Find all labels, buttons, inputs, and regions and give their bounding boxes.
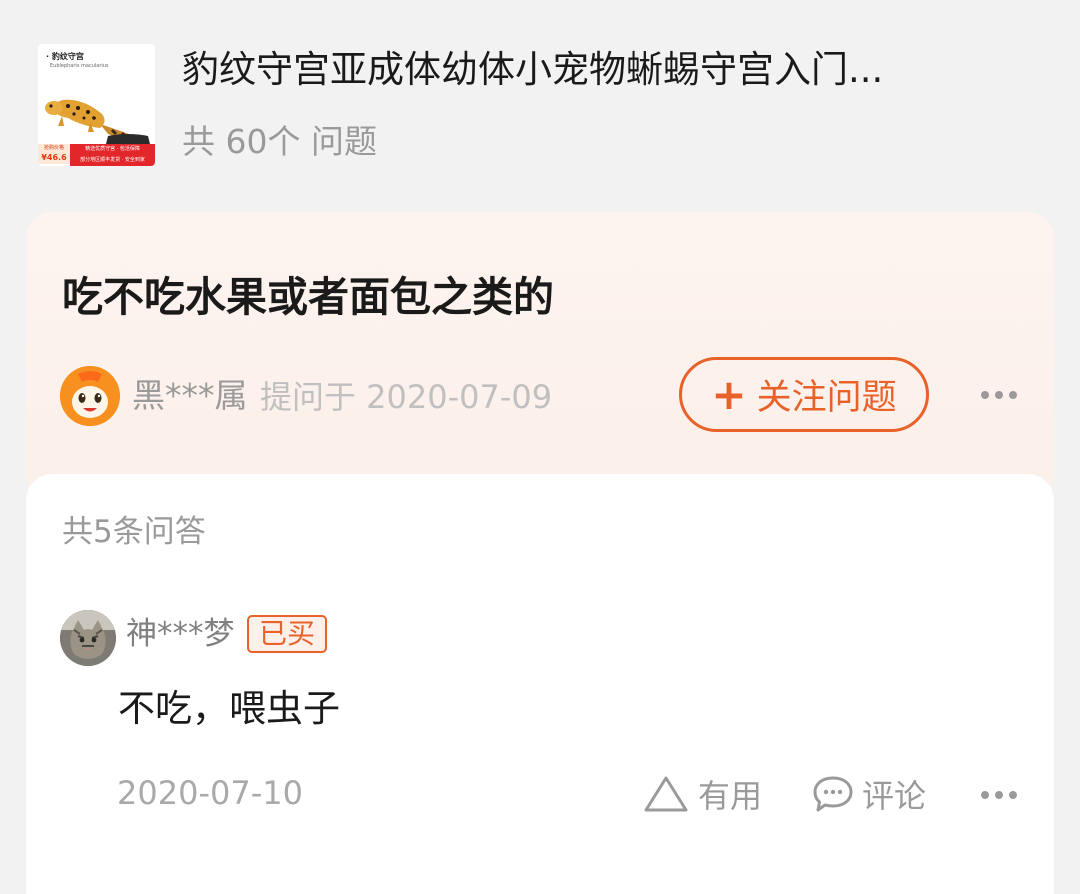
mascot-avatar-icon bbox=[60, 366, 120, 426]
question-count: 共 60个 问题 bbox=[182, 122, 377, 161]
answers-count: 共5条问答 bbox=[62, 514, 206, 550]
comment-button[interactable]: 评论 bbox=[812, 772, 926, 816]
cat-avatar-icon bbox=[60, 610, 116, 666]
asker-name[interactable]: 黑***属 bbox=[132, 374, 248, 418]
asked-date: 提问于 2020-07-09 bbox=[260, 378, 553, 416]
plus-icon: + bbox=[711, 369, 747, 419]
thumbnail-brand-text: · 豹纹守宫 bbox=[46, 52, 84, 61]
thumbnail-banner: 精选优质守宫 · 包活保障 部分地区顺丰发货 · 安全到家 bbox=[70, 144, 155, 166]
thumbnail-banner-line1: 精选优质守宫 · 包活保障 bbox=[85, 146, 140, 152]
follow-question-button[interactable]: + 关注问题 bbox=[679, 357, 929, 432]
useful-button[interactable]: 有用 bbox=[642, 772, 762, 816]
answer-date: 2020-07-10 bbox=[117, 774, 303, 812]
thumbnail-price-label: 抢购价格 bbox=[43, 145, 64, 151]
thumbnail-price-badge: 抢购价格 ¥46.6 bbox=[38, 144, 70, 164]
answer-more-icon[interactable] bbox=[974, 776, 1024, 814]
comment-bubble-icon bbox=[813, 776, 853, 812]
product-thumbnail[interactable]: · 豹纹守宫 Eublepharis macularius 抢购价格 ¥46.6… bbox=[38, 44, 155, 166]
answer-text: 不吃，喂虫子 bbox=[118, 687, 340, 730]
product-header[interactable]: · 豹纹守宫 Eublepharis macularius 抢购价格 ¥46.6… bbox=[0, 0, 1080, 205]
thumbnail-price: ¥46.6 bbox=[41, 153, 67, 162]
asker-avatar[interactable] bbox=[60, 366, 120, 426]
useful-label: 有用 bbox=[698, 777, 763, 815]
thumbnail-latin-name: Eublepharis macularius bbox=[50, 63, 109, 69]
question-title: 吃不吃水果或者面包之类的 bbox=[62, 273, 554, 321]
answers-card: 共5条问答 神***梦 已买 不吃，喂虫子 2020-07-10 有用 评论 bbox=[26, 474, 1054, 894]
thumbnail-banner-line2: 部分地区顺丰发货 · 安全到家 bbox=[80, 157, 145, 163]
question-more-icon[interactable] bbox=[974, 376, 1024, 414]
triangle-up-icon bbox=[644, 776, 688, 812]
comment-label: 评论 bbox=[862, 777, 927, 815]
product-title[interactable]: 豹纹守宫亚成体幼体小宠物蜥蜴守宫入门... bbox=[182, 45, 1022, 95]
answerer-name[interactable]: 神***梦 bbox=[126, 612, 235, 656]
question-card: 吃不吃水果或者面包之类的 黑***属 提问于 2020-07-09 + 关注问题 bbox=[26, 212, 1054, 502]
bought-badge: 已买 bbox=[247, 615, 328, 653]
answerer-avatar[interactable] bbox=[60, 610, 116, 666]
follow-question-label: 关注问题 bbox=[756, 378, 897, 418]
